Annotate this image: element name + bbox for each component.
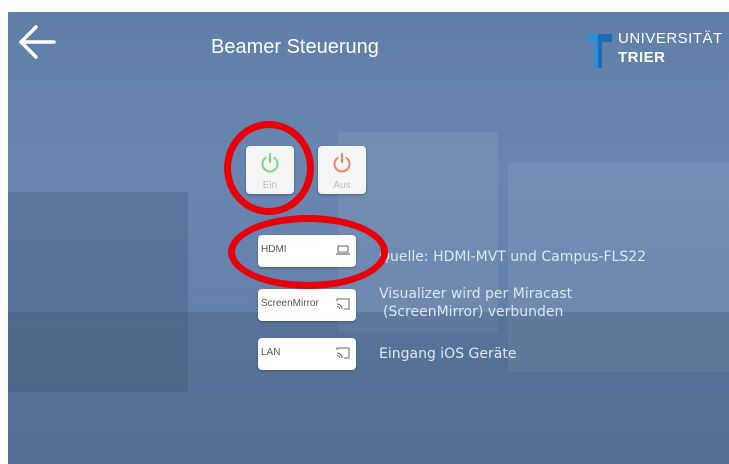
source-label: HDMI (261, 244, 287, 255)
source-screenmirror-button[interactable]: ScreenMirror (258, 289, 356, 321)
laptop-icon (336, 245, 350, 255)
power-off-label: Aus (333, 180, 351, 191)
source-screenmirror-description: Visualizer wird per Miracast (ScreenMirr… (379, 285, 572, 321)
back-button[interactable] (16, 24, 64, 64)
source-hdmi-description: Quelle: HDMI-MVT und Campus-FLS22 (379, 249, 647, 265)
back-arrow-icon (19, 25, 56, 59)
logo-mark-icon (588, 34, 612, 68)
logo-text-trier: TRIER (618, 49, 666, 66)
cast-icon (336, 347, 350, 359)
description-line: (ScreenMirror) verbunden (383, 304, 564, 320)
source-label: ScreenMirror (261, 298, 319, 309)
power-on-icon (261, 153, 279, 173)
source-hdmi-button[interactable]: HDMI (258, 235, 356, 267)
university-logo: UNIVERSITÄT TRIER (588, 28, 729, 68)
power-on-button[interactable]: Ein (246, 146, 294, 194)
source-label: LAN (261, 347, 281, 358)
power-off-button[interactable]: Aus (318, 146, 366, 194)
power-on-label: Ein (262, 180, 278, 191)
background-shadow (8, 192, 188, 392)
logo-text-universitaet: UNIVERSITÄT (618, 30, 723, 47)
source-lan-description: Eingang iOS Geräte (379, 346, 517, 362)
page-title: Beamer Steuerung (211, 36, 379, 58)
cast-icon (336, 298, 350, 310)
source-lan-button[interactable]: LAN (258, 338, 356, 370)
power-off-icon (333, 153, 351, 173)
beamer-control-screen: Beamer Steuerung UNIVERSITÄT TRIER Ein A… (8, 12, 729, 464)
description-line: Visualizer wird per Miracast (379, 286, 573, 302)
